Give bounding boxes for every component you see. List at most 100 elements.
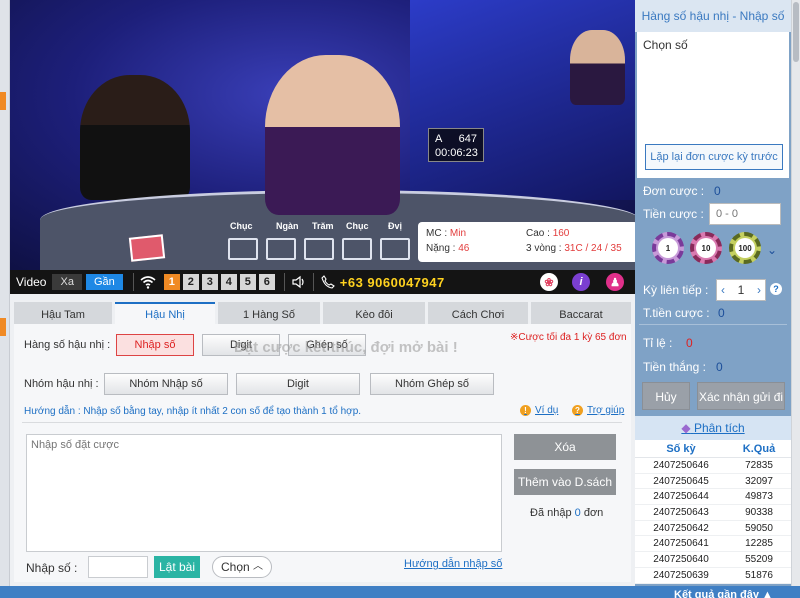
table-row: 2407250644 49873: [635, 489, 791, 506]
delete-button[interactable]: Xóa: [514, 434, 616, 460]
confirm-submit-button[interactable]: Xác nhận gửi đi: [697, 382, 785, 410]
left-edge-strip: [0, 0, 10, 598]
consecutive-value: 1: [737, 283, 745, 297]
choose-dropdown[interactable]: Chọn ︿: [212, 556, 272, 578]
card-slot-label: Ngàn: [276, 221, 299, 231]
card-slot-label: Trăm: [312, 221, 334, 231]
result-cell: 12285: [745, 538, 773, 550]
consecutive-stepper[interactable]: ‹ 1 ›: [716, 279, 766, 301]
chosen-numbers-box: Chọn số Lặp lại đơn cược kỳ trước: [637, 32, 789, 178]
table-row: 2407250639 51876: [635, 568, 791, 584]
win-label: Tiền thắng :: [643, 360, 706, 374]
chip-100[interactable]: 100: [729, 232, 761, 264]
period-column-header: Số kỳ: [666, 443, 696, 455]
camera-5-button[interactable]: 5: [239, 274, 256, 290]
bet-numbers-textarea[interactable]: [26, 434, 502, 552]
flip-card-button[interactable]: Lật bài: [154, 556, 200, 578]
stepper-decrease-icon[interactable]: ‹: [721, 283, 725, 297]
input-guide-text: Hướng dẫn : Nhập số bằng tay, nhập ít nh…: [24, 406, 362, 417]
sidebar-divider: [639, 324, 787, 325]
height-value: 160: [552, 228, 570, 239]
chip-10[interactable]: 10: [690, 232, 722, 264]
analysis-label: Phân tích: [693, 421, 745, 435]
view-far-button[interactable]: Xa: [52, 274, 82, 290]
height-label: Cao :: [526, 228, 550, 239]
user-icon[interactable]: ♟: [606, 273, 624, 291]
group-enter-number-button[interactable]: Nhóm Nhập số: [104, 373, 228, 395]
help-link-label: Trợ giúp: [587, 405, 625, 416]
view-near-button[interactable]: Gần: [85, 274, 123, 290]
result-cell: 32097: [745, 475, 773, 487]
weight-value: 46: [458, 243, 470, 254]
card-slot: [228, 238, 258, 260]
cancel-button[interactable]: Hủy: [642, 382, 690, 410]
tab-keo-doi[interactable]: Kèo đôi: [323, 302, 425, 324]
result-cell: 55209: [745, 554, 773, 566]
card-slot-label: Chục: [230, 221, 253, 231]
toolbar-divider: [283, 273, 285, 291]
camera-6-button[interactable]: 6: [258, 274, 275, 290]
video-toolbar: Video Xa Gần 1 2 3 4 5 6 +63 9060047947 …: [10, 270, 635, 294]
result-cell: 49873: [745, 491, 773, 503]
hotline-number: +63 9060047947: [339, 274, 445, 290]
analysis-link[interactable]: ◆ Phân tích: [635, 416, 791, 440]
entered-count: Đã nhập 0 đơn: [530, 507, 603, 519]
quick-number-input[interactable]: [88, 556, 148, 578]
tab-hau-nhi[interactable]: Hậu Nhị: [115, 302, 215, 324]
help-icon: ?: [572, 405, 583, 416]
period-cell: 2407250642: [653, 522, 709, 534]
period-cell: 2407250643: [653, 507, 709, 519]
analysis-icon: ◆: [681, 421, 691, 435]
scrollbar-thumb[interactable]: [793, 2, 799, 62]
camera-3-button[interactable]: 3: [201, 274, 218, 290]
gift-icon[interactable]: ❀: [540, 273, 558, 291]
result-cell: 51876: [745, 569, 773, 581]
question-icon[interactable]: ?: [770, 283, 782, 295]
sidebar-title: Hàng số hậu nhị - Nhập số: [635, 0, 791, 32]
video-dealer-left: [80, 75, 190, 200]
results-table: Số kỳ K.Quả 2407250646 72835 2407250645 32…: [635, 440, 791, 584]
speaker-icon[interactable]: [291, 274, 307, 290]
stepper-increase-icon[interactable]: ›: [757, 283, 761, 297]
tab-1-hang-so[interactable]: 1 Hàng Số: [218, 302, 320, 324]
camera-2-button[interactable]: 2: [182, 274, 199, 290]
amount-input[interactable]: [709, 203, 781, 225]
repeat-last-bet-button[interactable]: Lặp lại đơn cược kỳ trước: [645, 144, 783, 170]
video-label: Video: [16, 275, 47, 289]
card-slot-label: Chục: [346, 221, 369, 231]
card-slot: [342, 238, 372, 260]
group-combine-button[interactable]: Nhóm Ghép số: [370, 373, 494, 395]
table-row: 2407250643 90338: [635, 505, 791, 521]
dealer-info-popup: MC : Min Cao : 160 Nặng : 46 3 vòng : 31…: [418, 222, 635, 262]
group-digit-button[interactable]: Digit: [236, 373, 360, 395]
tab-content: Hàng số hậu nhị : Nhập số Digit Ghép số …: [14, 324, 631, 582]
tab-cach-choi[interactable]: Cách Chơi: [428, 302, 528, 324]
table-row: 2407250641 12285: [635, 536, 791, 553]
chip-100-value: 100: [735, 238, 755, 258]
tab-hau-tam[interactable]: Hậu Tam: [14, 302, 112, 324]
result-cell: 72835: [745, 460, 773, 471]
period-cell: 2407250641: [653, 538, 709, 550]
input-guide-link[interactable]: Hướng dẫn nhập số: [404, 558, 502, 570]
example-link[interactable]: ! Ví dụ: [520, 405, 558, 416]
card-slot: [380, 238, 410, 260]
video-dealer-main: [265, 55, 400, 215]
page-scrollbar[interactable]: [791, 0, 800, 586]
chevron-down-icon[interactable]: ⌄: [767, 243, 777, 257]
camera-4-button[interactable]: 4: [220, 274, 237, 290]
info-icon[interactable]: i: [572, 273, 590, 291]
help-link[interactable]: ? Trợ giúp: [572, 405, 624, 416]
recent-results-toggle[interactable]: Kết quả gần đây ▲: [674, 588, 773, 598]
add-to-list-button[interactable]: Thêm vào D.sách: [514, 469, 616, 495]
card-slot: [304, 238, 334, 260]
measure-label: 3 vòng :: [526, 243, 562, 254]
tab-baccarat[interactable]: Baccarat: [531, 302, 631, 324]
enter-number-button[interactable]: Nhập số: [116, 334, 194, 356]
chip-1[interactable]: 1: [652, 232, 684, 264]
footer-bar: Kết quả gần đây ▲: [0, 586, 800, 598]
chip-10-value: 10: [696, 238, 716, 258]
consecutive-label: Kỳ liên tiếp :: [643, 283, 709, 297]
toolbar-divider: [312, 273, 314, 291]
camera-1-button[interactable]: 1: [163, 274, 180, 290]
bet-panel: Hậu Tam Hậu Nhị 1 Hàng Số Kèo đôi Cách C…: [10, 294, 635, 586]
